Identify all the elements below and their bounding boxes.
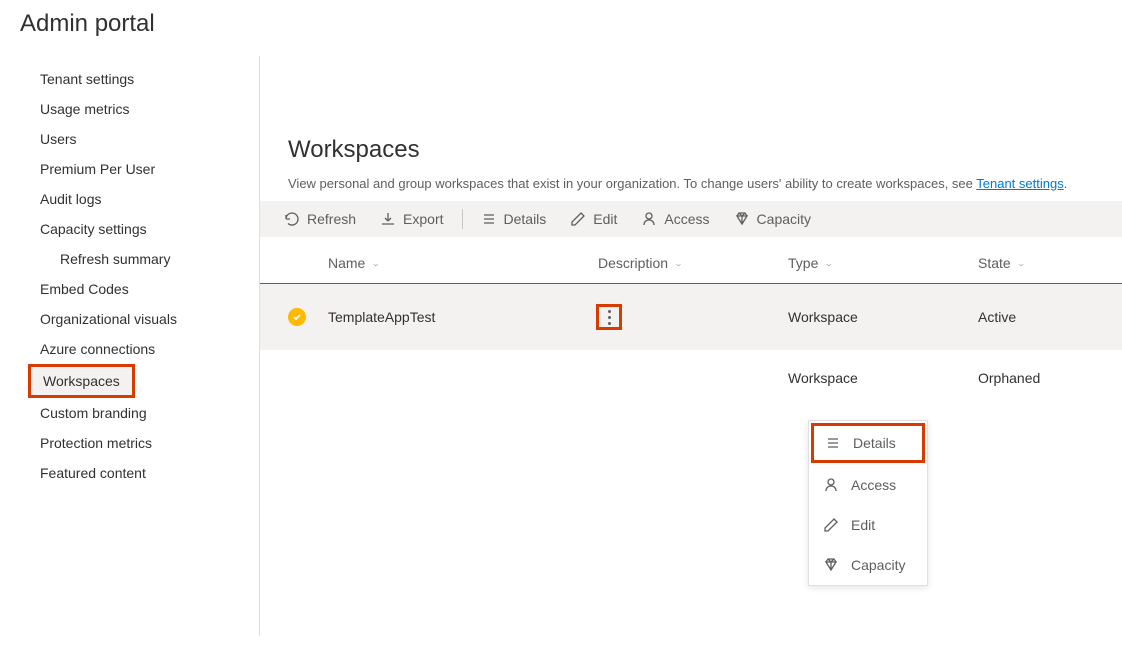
refresh-button[interactable]: Refresh bbox=[274, 207, 366, 231]
page-title: Admin portal bbox=[0, 0, 1122, 56]
section-description: View personal and group workspaces that … bbox=[260, 176, 1122, 201]
column-name[interactable]: Name ⌄ bbox=[328, 255, 598, 271]
sidebar-item-premium-per-user[interactable]: Premium Per User bbox=[0, 154, 259, 184]
menu-item-access[interactable]: Access bbox=[809, 465, 927, 505]
section-title: Workspaces bbox=[260, 136, 1122, 176]
access-label: Access bbox=[664, 211, 709, 227]
capacity-button[interactable]: Capacity bbox=[724, 207, 821, 231]
menu-details-label: Details bbox=[853, 435, 896, 451]
sidebar-item-users[interactable]: Users bbox=[0, 124, 259, 154]
menu-item-capacity[interactable]: Capacity bbox=[809, 545, 927, 585]
refresh-icon bbox=[284, 211, 300, 227]
column-type[interactable]: Type ⌄ bbox=[788, 255, 978, 271]
list-icon bbox=[481, 211, 497, 227]
pencil-icon bbox=[570, 211, 586, 227]
col-state-label: State bbox=[978, 255, 1011, 271]
sidebar-item-tenant-settings[interactable]: Tenant settings bbox=[0, 64, 259, 94]
capacity-label: Capacity bbox=[757, 211, 811, 227]
edit-button[interactable]: Edit bbox=[560, 207, 627, 231]
list-icon bbox=[825, 435, 841, 451]
person-icon bbox=[641, 211, 657, 227]
sidebar-item-organizational-visuals[interactable]: Organizational visuals bbox=[0, 304, 259, 334]
context-menu: Details Access Edit Capacity bbox=[808, 420, 928, 586]
check-circle-icon bbox=[288, 308, 306, 326]
menu-item-edit[interactable]: Edit bbox=[809, 505, 927, 545]
row-name: TemplateAppTest bbox=[328, 309, 598, 325]
sidebar-item-audit-logs[interactable]: Audit logs bbox=[0, 184, 259, 214]
access-button[interactable]: Access bbox=[631, 207, 719, 231]
row-description bbox=[598, 304, 788, 330]
sidebar-item-workspaces[interactable]: Workspaces bbox=[28, 364, 135, 398]
person-icon bbox=[823, 477, 839, 493]
column-description[interactable]: Description ⌄ bbox=[598, 255, 788, 271]
menu-item-details[interactable]: Details bbox=[811, 423, 925, 463]
toolbar: Refresh Export Details Edit Access Cap bbox=[260, 201, 1122, 237]
desc-suffix: . bbox=[1064, 176, 1068, 191]
menu-edit-label: Edit bbox=[851, 517, 875, 533]
chevron-down-icon: ⌄ bbox=[674, 258, 683, 267]
export-button[interactable]: Export bbox=[370, 207, 453, 231]
col-name-label: Name bbox=[328, 255, 365, 271]
desc-text: View personal and group workspaces that … bbox=[288, 176, 976, 191]
table-row[interactable]: Workspace Orphaned bbox=[260, 350, 1122, 406]
sidebar-item-azure-connections[interactable]: Azure connections bbox=[0, 334, 259, 364]
menu-capacity-label: Capacity bbox=[851, 557, 905, 573]
details-label: Details bbox=[504, 211, 547, 227]
sidebar-item-refresh-summary[interactable]: Refresh summary bbox=[0, 244, 259, 274]
refresh-label: Refresh bbox=[307, 211, 356, 227]
col-type-label: Type bbox=[788, 255, 818, 271]
chevron-down-icon: ⌄ bbox=[371, 258, 380, 267]
details-button[interactable]: Details bbox=[471, 207, 557, 231]
dots-icon bbox=[608, 310, 611, 313]
check-icon bbox=[292, 312, 302, 322]
diamond-icon bbox=[734, 211, 750, 227]
row-state: Orphaned bbox=[978, 370, 1094, 386]
menu-access-label: Access bbox=[851, 477, 896, 493]
edit-label: Edit bbox=[593, 211, 617, 227]
chevron-down-icon: ⌄ bbox=[1017, 258, 1026, 267]
sidebar-item-embed-codes[interactable]: Embed Codes bbox=[0, 274, 259, 304]
download-icon bbox=[380, 211, 396, 227]
sidebar-item-featured-content[interactable]: Featured content bbox=[0, 458, 259, 488]
diamond-icon bbox=[823, 557, 839, 573]
row-type: Workspace bbox=[788, 370, 978, 386]
sidebar-item-usage-metrics[interactable]: Usage metrics bbox=[0, 94, 259, 124]
row-state: Active bbox=[978, 309, 1094, 325]
sidebar-item-custom-branding[interactable]: Custom branding bbox=[0, 398, 259, 428]
export-label: Export bbox=[403, 211, 443, 227]
col-desc-label: Description bbox=[598, 255, 668, 271]
table-row[interactable]: TemplateAppTest Workspace Active bbox=[260, 284, 1122, 350]
sidebar-item-capacity-settings[interactable]: Capacity settings bbox=[0, 214, 259, 244]
toolbar-divider bbox=[462, 209, 463, 229]
tenant-settings-link[interactable]: Tenant settings bbox=[976, 176, 1063, 191]
pencil-icon bbox=[823, 517, 839, 533]
main-content: Workspaces View personal and group works… bbox=[260, 56, 1122, 636]
dots-icon bbox=[608, 316, 611, 319]
more-options-button[interactable] bbox=[596, 304, 622, 330]
column-state[interactable]: State ⌄ bbox=[978, 255, 1094, 271]
sidebar: Tenant settings Usage metrics Users Prem… bbox=[0, 56, 260, 636]
row-type: Workspace bbox=[788, 309, 978, 325]
chevron-down-icon: ⌄ bbox=[824, 258, 833, 267]
dots-icon bbox=[608, 322, 611, 325]
row-check bbox=[288, 308, 328, 326]
table-header: Name ⌄ Description ⌄ Type ⌄ State ⌄ bbox=[260, 237, 1122, 284]
sidebar-item-protection-metrics[interactable]: Protection metrics bbox=[0, 428, 259, 458]
